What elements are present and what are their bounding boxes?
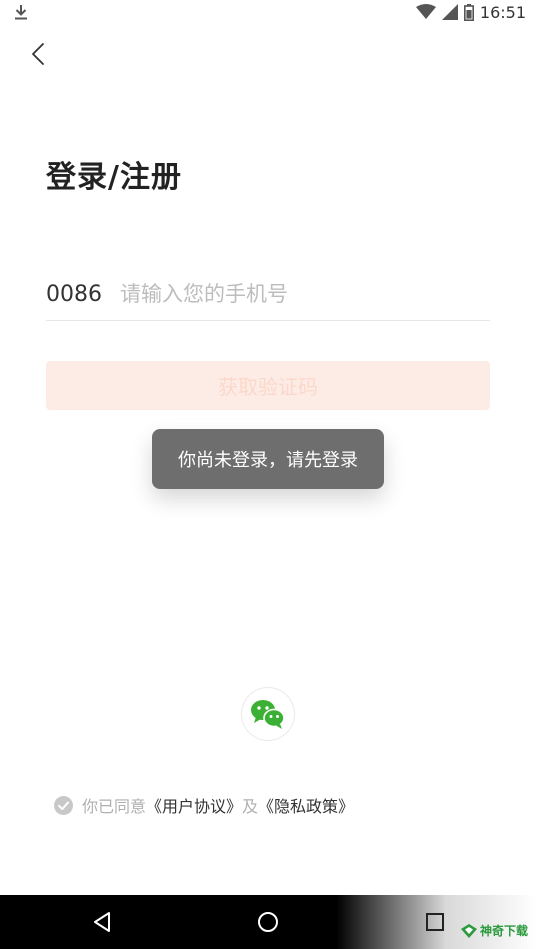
country-code[interactable]: 0086 (46, 282, 120, 307)
nav-recent-icon (426, 913, 444, 931)
nav-back-icon (94, 912, 110, 932)
back-button[interactable] (22, 38, 54, 70)
privacy-policy-link[interactable]: 《隐私政策》 (258, 793, 354, 817)
agreement-conjunction: 及 (242, 797, 259, 816)
get-code-button[interactable]: 获取验证码 (46, 361, 490, 410)
status-indicators: 16:51 (415, 2, 526, 22)
nav-home-button[interactable] (253, 907, 283, 937)
status-time: 16:51 (479, 2, 526, 22)
phone-input[interactable] (120, 282, 490, 306)
wechat-login-button[interactable] (241, 687, 295, 741)
battery-icon (463, 3, 474, 21)
watermark: 神奇下载 (460, 922, 528, 939)
toast-message: 你尚未登录，请先登录 (152, 429, 384, 489)
nav-recent-button[interactable] (420, 907, 450, 937)
phone-row: 0086 (46, 268, 490, 321)
nav-back-button[interactable] (87, 907, 117, 937)
agreement-checkbox[interactable] (54, 795, 73, 815)
agreement-row: 你已同意 《用户协议》 及 《隐私政策》 (54, 794, 354, 816)
user-agreement-link[interactable]: 《用户协议》 (146, 793, 242, 817)
page-title: 登录/注册 (46, 160, 182, 195)
status-bar: 16:51 (0, 0, 536, 24)
watermark-text: 神奇下载 (479, 924, 528, 938)
navigation-bar (0, 895, 536, 949)
download-icon (15, 5, 27, 20)
watermark-logo-icon (460, 923, 477, 938)
chevron-left-icon (32, 43, 44, 65)
wifi-icon (415, 4, 436, 19)
cell-signal-icon (441, 4, 458, 20)
nav-home-icon (258, 912, 278, 932)
wechat-icon (251, 700, 285, 729)
agreement-prefix: 你已同意 (82, 797, 147, 816)
